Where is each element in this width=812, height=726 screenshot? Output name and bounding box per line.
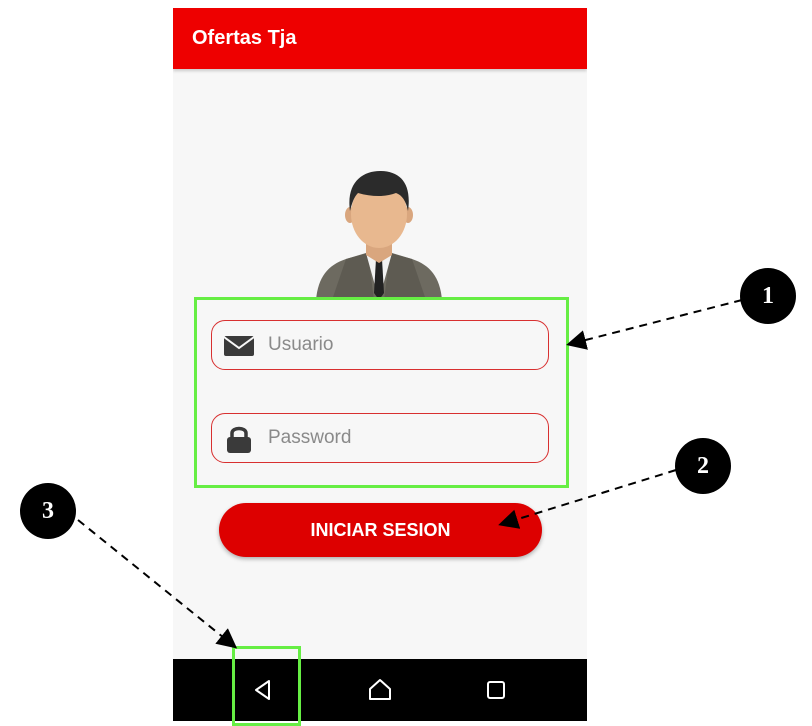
annotation-arrows bbox=[77, 299, 743, 649]
arrow-3 bbox=[77, 519, 238, 649]
callout-1: 1 bbox=[740, 268, 796, 324]
arrow-2 bbox=[498, 469, 677, 529]
callout-2: 2 bbox=[675, 438, 731, 494]
callout-3: 3 bbox=[20, 483, 76, 539]
arrow-1 bbox=[566, 299, 743, 350]
